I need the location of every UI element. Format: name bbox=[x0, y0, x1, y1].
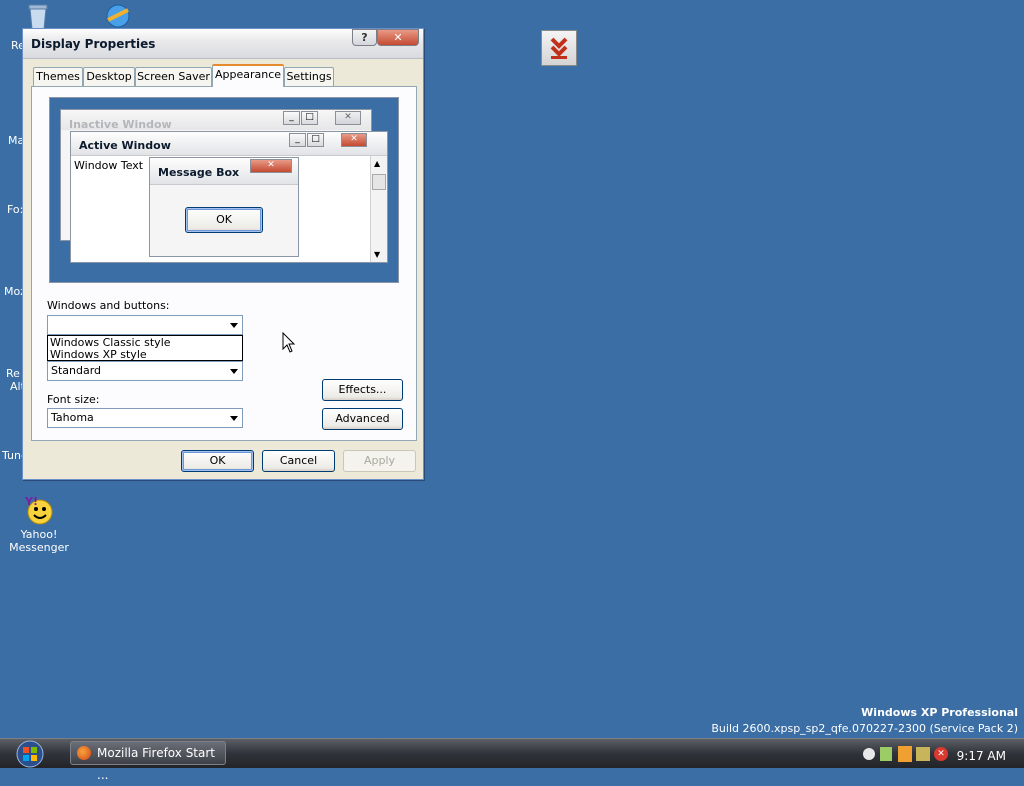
windows-buttons-dropdown-list: Windows Classic style Windows XP style bbox=[47, 335, 243, 361]
tray-shield-icon[interactable] bbox=[880, 747, 892, 761]
tab-desktop[interactable]: Desktop bbox=[83, 67, 135, 86]
yahoo-messenger-icon: Y! bbox=[23, 494, 55, 526]
desktop-label-3[interactable]: Fo: bbox=[7, 203, 23, 216]
maximize-icon: □ bbox=[307, 133, 324, 147]
taskbar-item-label: Mozilla Firefox Start ... bbox=[97, 746, 216, 782]
minimize-icon: _ bbox=[289, 133, 306, 147]
appearance-panel: Inactive Window _ □ ✕ Active Window _ □ … bbox=[31, 86, 417, 441]
scroll-up-icon: ▲ bbox=[374, 159, 381, 168]
yahoo-messenger-label: Yahoo! Messenger bbox=[9, 528, 69, 554]
display-properties-dialog: Display Properties ? ✕ Themes Desktop Sc… bbox=[22, 28, 424, 480]
windows-buttons-label: Windows and buttons: bbox=[47, 299, 170, 312]
tray-network-icon[interactable] bbox=[916, 747, 930, 761]
close-icon: ✕ bbox=[250, 159, 292, 173]
tray-minus-icon[interactable] bbox=[863, 748, 875, 760]
help-button[interactable]: ? bbox=[352, 29, 377, 46]
preview-scrollbar: ▲ ▼ bbox=[370, 156, 387, 262]
chevron-down-icon bbox=[230, 323, 238, 328]
svg-text:Y!: Y! bbox=[24, 495, 38, 508]
effects-button[interactable]: Effects... bbox=[322, 379, 403, 401]
os-edition-text: Windows XP Professional bbox=[861, 706, 1018, 719]
color-scheme-select[interactable]: Standard bbox=[47, 361, 243, 381]
font-size-select[interactable]: Tahoma bbox=[47, 408, 243, 428]
active-window-title: Active Window bbox=[79, 139, 171, 152]
mouse-cursor-icon bbox=[282, 331, 296, 354]
firefox-icon bbox=[77, 746, 91, 760]
system-tray: ✕ 9:17 AM bbox=[858, 741, 1024, 767]
message-box-ok-button: OK bbox=[185, 207, 263, 233]
yahoo-messenger-shortcut[interactable]: Y! Yahoo! Messenger bbox=[4, 494, 74, 554]
apply-button[interactable]: Apply bbox=[343, 450, 416, 472]
os-build-text: Build 2600.xpsp_sp2_qfe.070227-2300 (Ser… bbox=[711, 722, 1018, 735]
inactive-window-title: Inactive Window bbox=[69, 118, 172, 131]
ok-button[interactable]: OK bbox=[181, 450, 254, 472]
advanced-button[interactable]: Advanced bbox=[322, 408, 403, 430]
start-button[interactable] bbox=[10, 740, 50, 768]
appearance-preview: Inactive Window _ □ ✕ Active Window _ □ … bbox=[49, 97, 399, 283]
download-arrow-icon[interactable] bbox=[541, 30, 577, 66]
tray-error-icon[interactable]: ✕ bbox=[934, 747, 948, 761]
close-button[interactable]: ✕ bbox=[377, 29, 419, 46]
network-icon[interactable] bbox=[102, 2, 134, 30]
minimize-icon: _ bbox=[283, 111, 300, 125]
color-scheme-value: Standard bbox=[51, 364, 102, 377]
scroll-thumb bbox=[372, 174, 386, 190]
windows-buttons-select[interactable] bbox=[47, 315, 243, 335]
tray-download-icon[interactable] bbox=[898, 746, 912, 762]
message-box-preview: Message Box ✕ OK bbox=[149, 157, 299, 257]
maximize-icon: □ bbox=[301, 111, 318, 125]
dialog-titlebar[interactable]: Display Properties ? ✕ bbox=[23, 29, 423, 59]
desktop-label-5[interactable]: Re bbox=[6, 367, 20, 380]
message-box-title: Message Box bbox=[158, 166, 240, 179]
tab-screen-saver[interactable]: Screen Saver bbox=[135, 67, 212, 86]
font-size-value: Tahoma bbox=[51, 411, 94, 424]
dropdown-option-xp[interactable]: Windows XP style bbox=[50, 349, 240, 361]
window-text: Window Text bbox=[74, 159, 144, 172]
tab-themes[interactable]: Themes bbox=[33, 67, 83, 86]
taskbar: Mozilla Firefox Start ... ✕ 9:17 AM bbox=[0, 738, 1024, 782]
recycle-bin-icon[interactable] bbox=[24, 2, 52, 30]
close-icon: ✕ bbox=[341, 133, 367, 147]
cancel-button[interactable]: Cancel bbox=[262, 450, 335, 472]
dialog-title: Display Properties bbox=[31, 37, 156, 51]
taskbar-item-firefox[interactable]: Mozilla Firefox Start ... bbox=[70, 741, 226, 782]
tab-settings[interactable]: Settings bbox=[284, 67, 334, 86]
chevron-down-icon bbox=[230, 369, 238, 374]
close-icon: ✕ bbox=[335, 111, 361, 125]
scroll-down-icon: ▼ bbox=[374, 250, 381, 259]
font-size-label: Font size: bbox=[47, 393, 100, 406]
chevron-down-icon bbox=[230, 416, 238, 421]
tab-appearance[interactable]: Appearance bbox=[212, 64, 284, 87]
clock[interactable]: 9:17 AM bbox=[957, 749, 1006, 763]
